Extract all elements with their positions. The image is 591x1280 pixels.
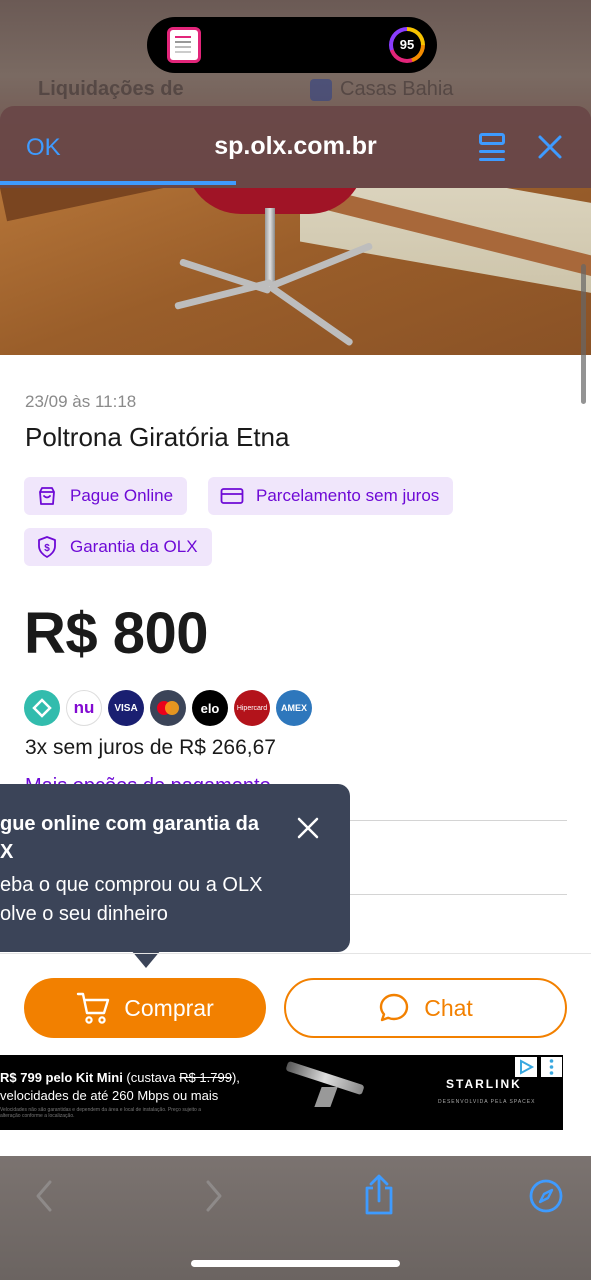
tooltip-close-icon[interactable] <box>296 816 320 840</box>
ad-options-icon[interactable] <box>541 1057 562 1077</box>
listing-title: Poltrona Giratória Etna <box>25 422 290 452</box>
listing-date: 23/09 às 11:18 <box>25 392 137 411</box>
forward-arrow-icon[interactable] <box>202 1178 226 1214</box>
chat-bubble-icon <box>380 993 409 1022</box>
mastercard-icon <box>150 690 186 726</box>
svg-text:$: $ <box>44 543 50 554</box>
background-left-text: Liquidações de <box>38 78 184 100</box>
satellite-dish-base <box>314 1087 338 1107</box>
ad-brand-sub: DESENVOLVIDA PELA SPACEX <box>438 1099 536 1105</box>
casas-bahia-icon <box>310 78 332 101</box>
buy-button-label: Comprar <box>124 994 214 1021</box>
badge-label: Parcelamento sem juros <box>256 486 440 505</box>
ad-headline: R$ 799 pelo Kit Mini (custava R$ 1.799), <box>0 1070 240 1085</box>
browser-header: OK sp.olx.com.br <box>0 106 591 188</box>
hipercard-icon: Hipercard <box>234 690 270 726</box>
background-right-label: Casas Bahia <box>340 78 454 100</box>
installments-text: 3x sem juros de R$ 266,67 <box>25 736 276 759</box>
tooltip-title: gue online com garantia da X <box>0 813 259 863</box>
ad-subline: velocidades de até 260 Mbps ou mais <box>0 1088 219 1103</box>
background-right-text: Casas Bahia <box>310 78 453 101</box>
compass-icon[interactable] <box>528 1178 564 1214</box>
page-load-progress <box>0 181 236 185</box>
scroll-indicator[interactable] <box>581 264 586 404</box>
close-icon[interactable] <box>537 134 563 160</box>
badge-parcelamento: Parcelamento sem juros <box>208 477 454 515</box>
chat-button-label: Chat <box>424 994 473 1021</box>
ad-brand: STARLINK <box>446 1077 522 1091</box>
badge-garantia: $ Garantia da OLX <box>24 528 212 566</box>
starlink-ad-banner[interactable]: R$ 799 pelo Kit Mini (custava R$ 1.799),… <box>0 1055 563 1130</box>
buy-button[interactable]: Comprar <box>24 978 266 1038</box>
chat-button[interactable]: Chat <box>284 978 567 1038</box>
ad-choices-icon[interactable] <box>515 1057 537 1077</box>
product-photo[interactable] <box>0 188 591 355</box>
action-bar-divider <box>0 953 591 954</box>
home-indicator[interactable] <box>191 1260 400 1267</box>
badge-label: Pague Online <box>70 486 174 505</box>
live-activity-thumbnail-icon <box>167 27 201 63</box>
background-page-strip: Liquidações de Casas Bahia <box>20 78 580 108</box>
shopping-cart-icon <box>77 992 110 1024</box>
visa-icon: VISA <box>108 690 144 726</box>
garantia-tooltip: gue online com garantia da X eba o que c… <box>0 784 350 968</box>
dynamic-island: 95 <box>147 17 437 73</box>
elo-icon: elo <box>192 690 228 726</box>
payment-methods: nu VISA elo Hipercard AMEX <box>24 690 312 726</box>
back-arrow-icon[interactable] <box>32 1178 56 1214</box>
reader-mode-icon[interactable] <box>479 133 505 161</box>
shopping-bag-icon <box>39 487 55 505</box>
pix-icon <box>24 690 60 726</box>
nubank-icon: nu <box>66 690 102 726</box>
credit-card-icon <box>220 488 244 504</box>
share-icon[interactable] <box>362 1174 396 1216</box>
tooltip-body: eba o que comprou ou a OLX olve o seu di… <box>0 874 263 925</box>
listing-price: R$ 800 <box>24 601 209 666</box>
battery-ring-icon: 95 <box>389 27 425 63</box>
ad-fine-print: Velocidades não são garantidas e depende… <box>0 1107 201 1119</box>
battery-level: 95 <box>393 31 421 59</box>
badge-pague-online: Pague Online <box>24 477 188 515</box>
shield-dollar-icon: $ <box>38 536 56 558</box>
badge-label: Garantia da OLX <box>70 537 198 556</box>
amex-icon: AMEX <box>276 690 312 726</box>
